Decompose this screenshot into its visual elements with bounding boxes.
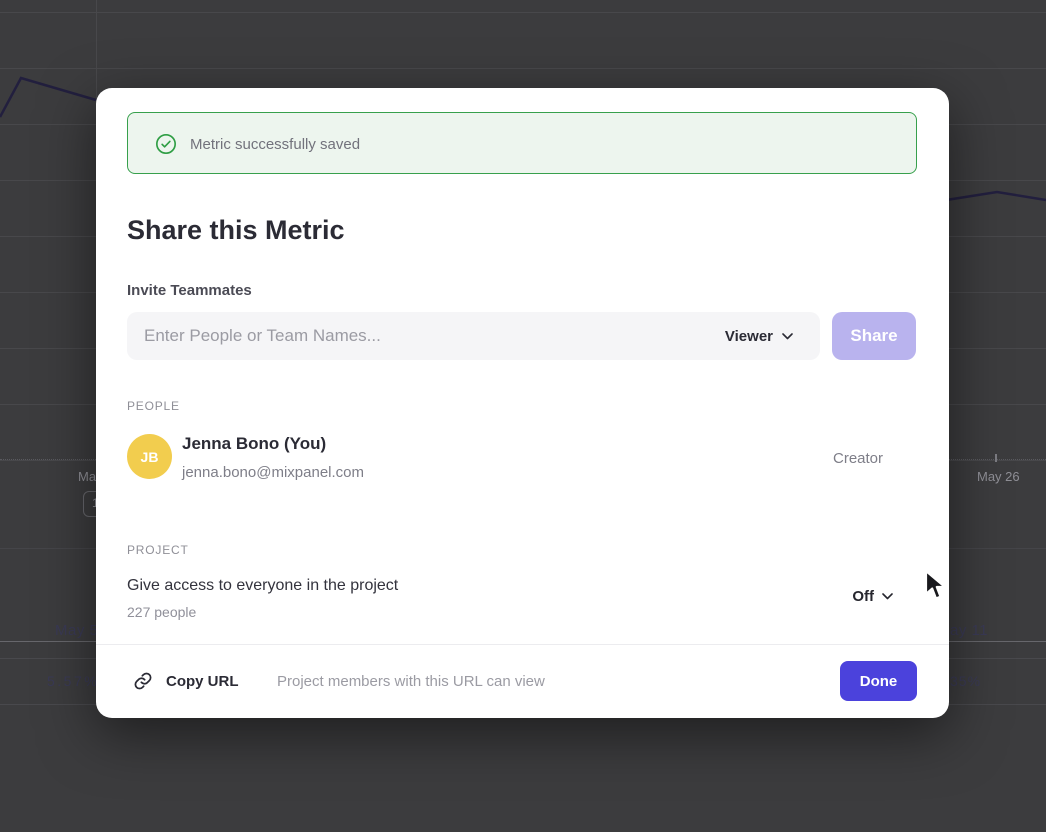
invite-input-container: Viewer <box>127 312 820 360</box>
copy-url-button[interactable]: Copy URL <box>166 673 239 690</box>
app-background: May May 26 1 May 5 5.57% May 11 35% Metr… <box>0 0 1046 832</box>
footer-divider <box>96 644 949 645</box>
role-dropdown-value: Viewer <box>725 328 773 345</box>
check-circle-icon <box>155 133 177 155</box>
mouse-cursor <box>924 570 950 602</box>
member-role: Creator <box>833 450 883 467</box>
project-access-dropdown-value: Off <box>852 588 874 605</box>
people-section-label: PEOPLE <box>127 399 180 413</box>
link-icon <box>133 671 153 691</box>
chart-line-right <box>940 192 1046 201</box>
table-value-right: 35% <box>950 673 981 689</box>
member-name: Jenna Bono (You) <box>182 434 326 454</box>
chevron-down-icon <box>782 333 793 340</box>
invite-teammates-label: Invite Teammates <box>127 282 252 299</box>
role-dropdown[interactable]: Viewer <box>725 312 793 360</box>
footer-hint: Project members with this URL can view <box>277 673 545 690</box>
project-access-subtitle: 227 people <box>127 604 196 620</box>
modal-title: Share this Metric <box>127 215 345 246</box>
avatar: JB <box>127 434 172 479</box>
invite-input[interactable] <box>127 312 647 360</box>
share-metric-modal: Metric successfully saved Share this Met… <box>96 88 949 718</box>
share-button[interactable]: Share <box>832 312 916 360</box>
success-banner-text: Metric successfully saved <box>190 113 360 175</box>
project-access-title: Give access to everyone in the project <box>127 577 398 595</box>
project-access-dropdown[interactable]: Off <box>852 584 893 608</box>
x-axis-label-right: May 26 <box>977 469 1020 484</box>
success-banner: Metric successfully saved <box>127 112 917 174</box>
project-section-label: PROJECT <box>127 543 189 557</box>
table-date-left: May 5 <box>55 622 98 639</box>
table-value-left: 5.57% <box>47 673 99 689</box>
member-email: jenna.bono@mixpanel.com <box>182 464 364 481</box>
done-button[interactable]: Done <box>840 661 917 701</box>
chevron-down-icon <box>882 593 893 600</box>
chart-line-left <box>0 78 96 117</box>
